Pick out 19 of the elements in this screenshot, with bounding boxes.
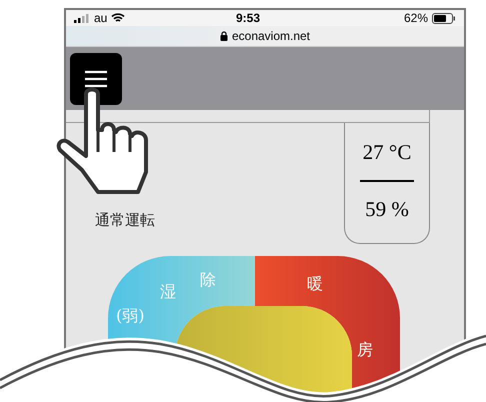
menu-icon [84,70,108,88]
temperature-reading: 27 °C [362,138,412,166]
mode-dial-label: 除 [200,268,216,291]
carrier-name: au [94,10,108,27]
mode-label: 通常運転 [95,210,155,232]
mode-dial-label: 湿 [160,280,176,303]
signal-icon [74,14,90,22]
battery-icon [432,12,456,24]
wifi-icon [111,13,126,23]
address-bar[interactable]: econaviom.net [66,26,464,47]
battery-percent: 62% [404,10,428,27]
mode-dial-label: (弱) [116,304,144,327]
mode-dial-label: 暖 [307,272,323,295]
lock-icon [220,30,228,41]
url-text: econaviom.net [232,28,310,45]
clock-time: 9:53 [236,10,260,27]
humidity-reading: 59 % [365,196,409,224]
menu-button[interactable] [70,52,122,105]
mode-dial-label: 房 [357,338,373,361]
